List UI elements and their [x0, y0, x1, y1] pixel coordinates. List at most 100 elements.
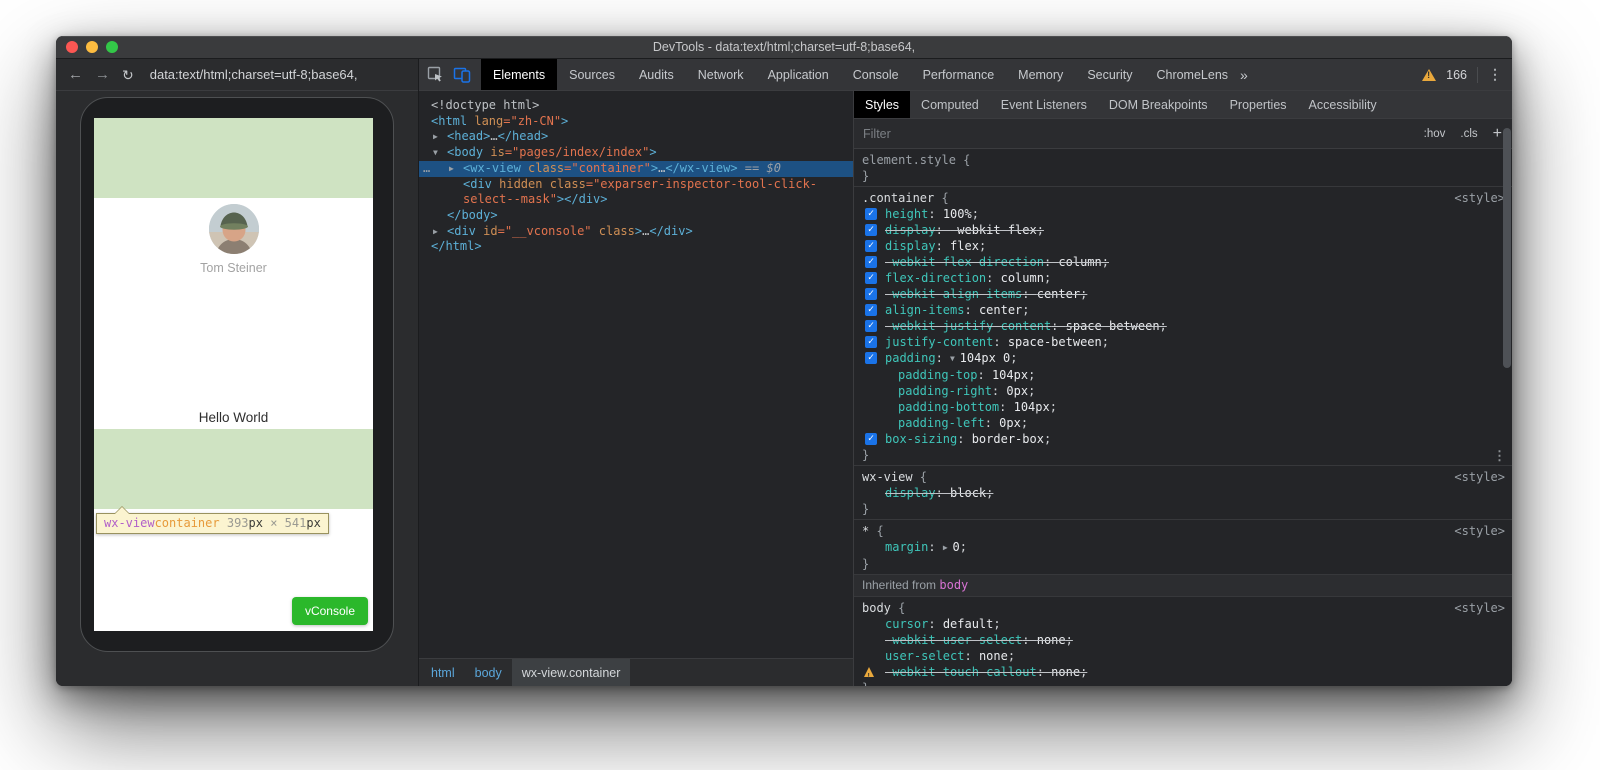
pseudo-state-toggle[interactable]: :hov — [1424, 128, 1446, 140]
tab-memory[interactable]: Memory — [1006, 59, 1075, 90]
style-source-link[interactable]: <style> — [1454, 190, 1505, 206]
dom-tree-node[interactable]: </html> — [419, 239, 853, 255]
dom-tree-node[interactable]: …▶<wx-view class="container">…</wx-view>… — [419, 161, 853, 177]
checkbox[interactable]: ✓ — [865, 336, 877, 348]
scrollbar-thumb[interactable] — [1503, 128, 1511, 368]
css-declaration[interactable]: padding-bottom: 104px; — [854, 399, 1512, 415]
warning-count[interactable]: 166 — [1446, 68, 1467, 82]
expand-right-icon[interactable]: ▶ — [943, 543, 953, 552]
breadcrumb-item-body[interactable]: body — [465, 659, 512, 686]
style-source-link[interactable]: <style> — [1454, 469, 1505, 485]
reload-icon[interactable]: ↻ — [122, 68, 134, 82]
css-declaration[interactable]: ✓-webkit-flex-direction: column; — [854, 254, 1512, 270]
css-declaration[interactable]: padding-left: 0px; — [854, 415, 1512, 431]
css-declaration[interactable]: display: block; — [854, 485, 1512, 501]
subtab-computed[interactable]: Computed — [910, 91, 990, 118]
css-declaration[interactable]: ✓display: flex; — [854, 238, 1512, 254]
tab-elements[interactable]: Elements — [481, 59, 557, 90]
overflow-menu-icon[interactable]: ⋮ — [1488, 66, 1502, 83]
tab-chromelens[interactable]: ChromeLens — [1144, 59, 1240, 90]
css-declaration[interactable]: margin: ▶ 0; — [854, 539, 1512, 556]
breadcrumb-item-html[interactable]: html — [421, 659, 465, 686]
expand-arrow-icon[interactable]: ▶ — [449, 161, 463, 177]
dom-tree-node[interactable]: <div hidden class="exparser-inspector-to… — [419, 177, 853, 193]
warning-icon[interactable] — [1422, 69, 1436, 81]
tab-console[interactable]: Console — [841, 59, 911, 90]
css-declaration[interactable]: ✓-webkit-align-items: center; — [854, 286, 1512, 302]
vconsole-button[interactable]: vConsole — [292, 597, 368, 625]
code-token: : — [936, 239, 950, 253]
tab-sources[interactable]: Sources — [557, 59, 627, 90]
devtools-toolbar: ElementsSourcesAuditsNetworkApplicationC… — [419, 59, 1512, 91]
back-icon[interactable]: ← — [68, 67, 83, 82]
rule-menu-dots-icon[interactable]: ⋮ — [1493, 448, 1506, 464]
checkbox[interactable]: ✓ — [865, 224, 877, 236]
checkbox[interactable]: ✓ — [865, 272, 877, 284]
expand-arrow-icon[interactable]: ▶ — [433, 224, 447, 240]
dom-tree-node[interactable]: ▼<body is="pages/index/index"> — [419, 145, 853, 161]
checkbox[interactable]: ✓ — [865, 352, 877, 364]
device-toolbar-icon[interactable] — [453, 66, 471, 83]
checkbox[interactable]: ✓ — [865, 256, 877, 268]
css-selector[interactable]: .container — [862, 191, 934, 205]
inherited-body-link[interactable]: body — [939, 578, 968, 592]
class-toggle[interactable]: .cls — [1460, 128, 1477, 140]
css-declaration[interactable]: ✓box-sizing: border-box; — [854, 431, 1512, 447]
css-declaration[interactable]: ✓height: 100%; — [854, 206, 1512, 222]
devtools-window: DevTools - data:text/html;charset=utf-8;… — [56, 36, 1512, 686]
css-declaration[interactable]: -webkit-user-select: none; — [854, 632, 1512, 648]
new-style-rule-button[interactable]: + — [1493, 125, 1502, 143]
expand-arrow-icon[interactable]: ▼ — [433, 145, 447, 161]
css-selector[interactable]: wx-view — [862, 470, 913, 484]
tab-overflow-chevron[interactable]: » — [1240, 67, 1248, 83]
checkbox[interactable]: ✓ — [865, 304, 877, 316]
expand-down-icon[interactable]: ▼ — [950, 354, 960, 363]
subtab-accessibility[interactable]: Accessibility — [1298, 91, 1388, 118]
filter-input[interactable]: Filter — [863, 127, 891, 141]
css-declaration[interactable]: user-select: none; — [854, 648, 1512, 664]
css-declaration[interactable]: cursor: default; — [854, 616, 1512, 632]
css-declaration[interactable]: ✓align-items: center; — [854, 302, 1512, 318]
code-token: <wx-view — [463, 161, 521, 175]
dom-tree-node[interactable]: <html lang="zh-CN"> — [419, 114, 853, 130]
dom-tree-node[interactable]: </body> — [419, 208, 853, 224]
css-declaration[interactable]: ✓-webkit-justify-content: space-between; — [854, 318, 1512, 334]
dom-tree-node[interactable]: ▶<div id="__vconsole" class>…</div> — [419, 224, 853, 240]
tab-audits[interactable]: Audits — [627, 59, 686, 90]
expand-arrow-icon[interactable]: ▶ — [433, 129, 447, 145]
checkbox[interactable]: ✓ — [865, 240, 877, 252]
dom-tree-node[interactable]: select--mask"></div> — [419, 192, 853, 208]
css-declaration[interactable]: padding-top: 104px; — [854, 367, 1512, 383]
inspect-element-icon[interactable] — [427, 66, 444, 83]
tab-network[interactable]: Network — [686, 59, 756, 90]
subtab-dom-breakpoints[interactable]: DOM Breakpoints — [1098, 91, 1219, 118]
dom-tree-node[interactable]: <!doctype html> — [419, 98, 853, 114]
checkbox[interactable]: ✓ — [865, 288, 877, 300]
css-selector[interactable]: body — [862, 601, 891, 615]
code-token: > — [651, 161, 658, 175]
css-declaration[interactable]: ✓justify-content: space-between; — [854, 334, 1512, 350]
css-property-value: none — [979, 649, 1008, 663]
checkbox[interactable]: ✓ — [865, 208, 877, 220]
css-declaration[interactable]: -webkit-touch-callout: none; — [854, 664, 1512, 680]
devtools-tabs: ElementsSourcesAuditsNetworkApplicationC… — [481, 59, 1240, 90]
style-source-link[interactable]: <style> — [1454, 600, 1505, 616]
subtab-properties[interactable]: Properties — [1219, 91, 1298, 118]
forward-icon[interactable]: → — [95, 67, 110, 82]
url-text[interactable]: data:text/html;charset=utf-8;base64, — [150, 67, 358, 82]
subtab-event-listeners[interactable]: Event Listeners — [990, 91, 1098, 118]
css-declaration[interactable]: ✓padding: ▼ 104px 0; — [854, 350, 1512, 367]
checkbox[interactable]: ✓ — [865, 320, 877, 332]
tab-application[interactable]: Application — [756, 59, 841, 90]
css-declaration[interactable]: padding-right: 0px; — [854, 383, 1512, 399]
tab-performance[interactable]: Performance — [911, 59, 1007, 90]
style-source-link[interactable]: <style> — [1454, 523, 1505, 539]
tab-security[interactable]: Security — [1075, 59, 1144, 90]
css-selector[interactable]: element.style — [862, 153, 956, 167]
breadcrumb-item-wx-view.container[interactable]: wx-view.container — [512, 659, 631, 686]
subtab-styles[interactable]: Styles — [854, 91, 910, 118]
checkbox[interactable]: ✓ — [865, 433, 877, 445]
css-declaration[interactable]: ✓flex-direction: column; — [854, 270, 1512, 286]
css-declaration[interactable]: ✓display: -webkit-flex; — [854, 222, 1512, 238]
dom-tree-node[interactable]: ▶<head>…</head> — [419, 129, 853, 145]
